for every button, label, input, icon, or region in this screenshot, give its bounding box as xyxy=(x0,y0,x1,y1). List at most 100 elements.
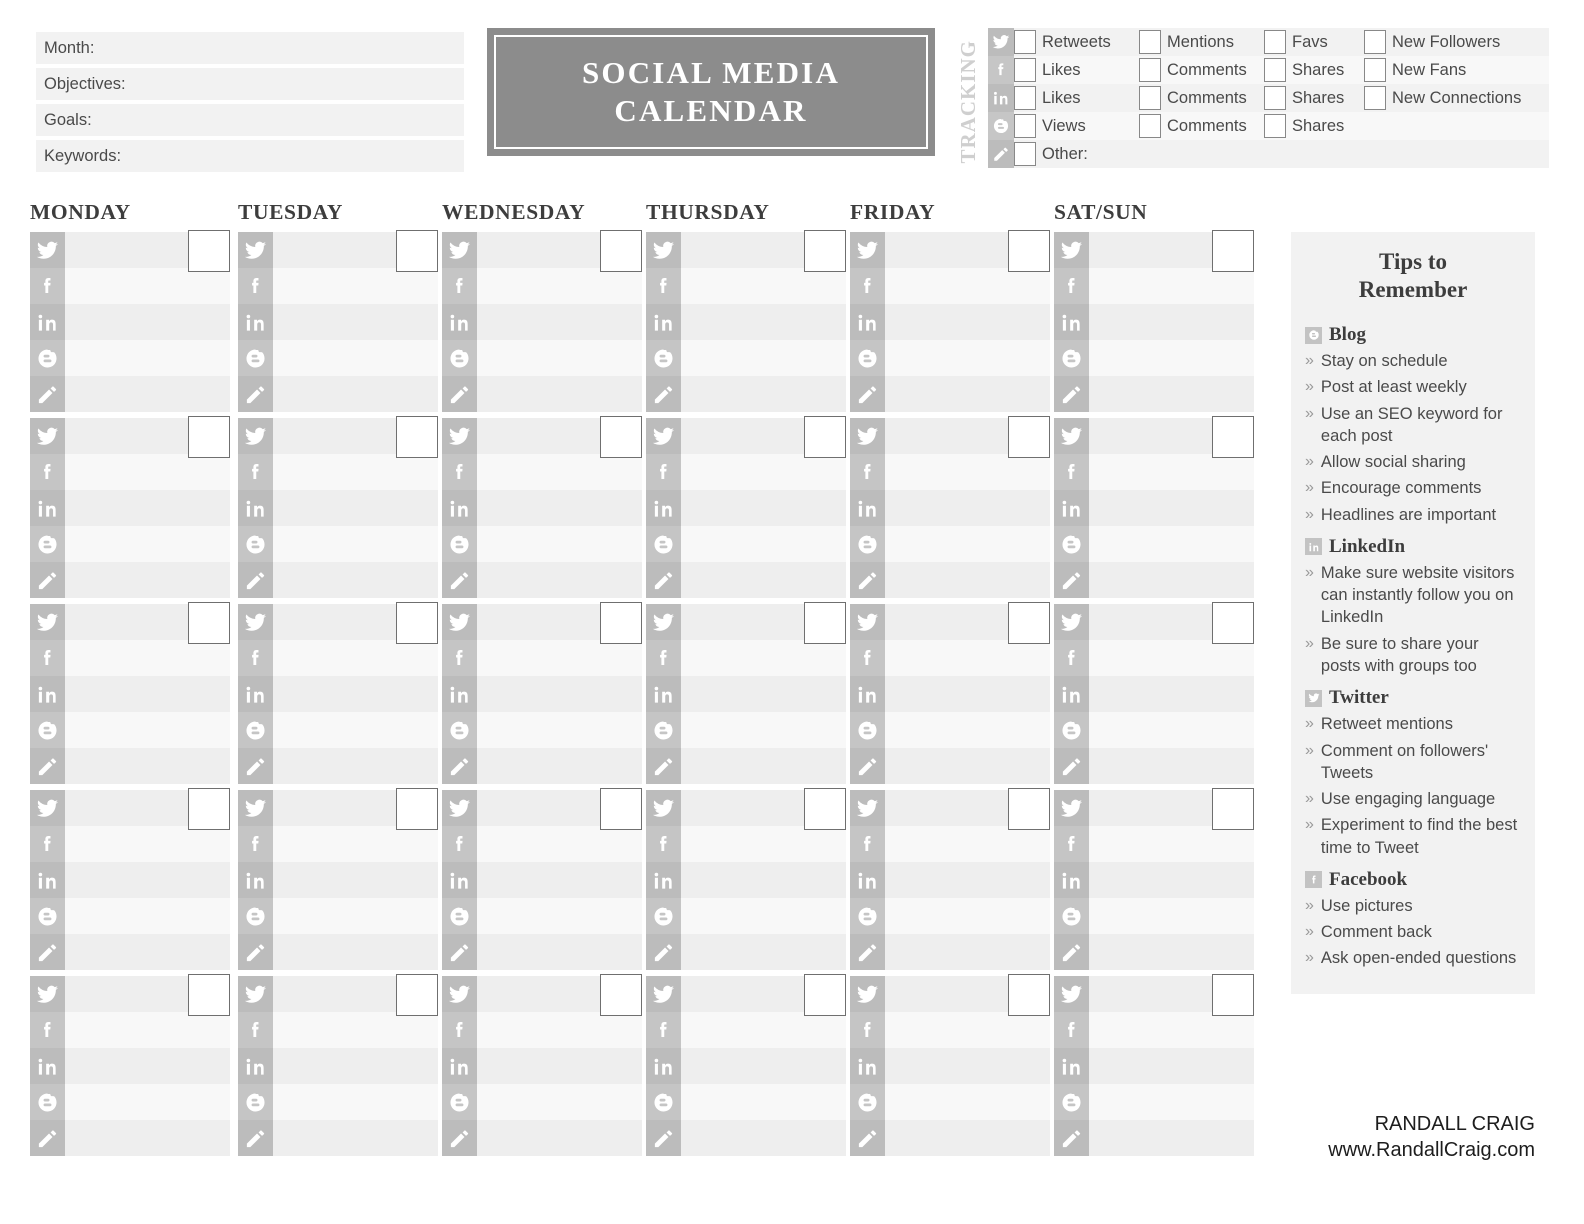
entry-line-pencil[interactable] xyxy=(885,1120,1050,1156)
date-box[interactable] xyxy=(188,788,230,830)
date-box[interactable] xyxy=(396,230,438,272)
tracking-option[interactable]: New Fans xyxy=(1364,56,1466,84)
entry-line-linkedin[interactable] xyxy=(1089,676,1254,712)
entry-line-blogger[interactable] xyxy=(885,340,1050,376)
entry-line-linkedin[interactable] xyxy=(477,862,642,898)
checkbox[interactable] xyxy=(1364,58,1386,82)
date-box[interactable] xyxy=(804,974,846,1016)
checkbox[interactable] xyxy=(1139,30,1161,54)
entry-line-facebook[interactable] xyxy=(885,1012,1050,1048)
checkbox[interactable] xyxy=(1264,86,1286,110)
date-box[interactable] xyxy=(804,602,846,644)
entry-line-facebook[interactable] xyxy=(65,268,230,304)
date-box[interactable] xyxy=(1008,602,1050,644)
checkbox[interactable] xyxy=(1264,114,1286,138)
entry-line-blogger[interactable] xyxy=(1089,340,1254,376)
tracking-option[interactable]: Views xyxy=(1014,112,1086,140)
entry-line-facebook[interactable] xyxy=(885,268,1050,304)
date-box[interactable] xyxy=(396,602,438,644)
date-box[interactable] xyxy=(188,230,230,272)
entry-line-facebook[interactable] xyxy=(65,826,230,862)
entry-line-facebook[interactable] xyxy=(65,1012,230,1048)
checkbox[interactable] xyxy=(1139,86,1161,110)
entry-line-facebook[interactable] xyxy=(885,454,1050,490)
entry-line-facebook[interactable] xyxy=(1089,454,1254,490)
entry-line-pencil[interactable] xyxy=(273,1120,438,1156)
entry-line-facebook[interactable] xyxy=(477,454,642,490)
date-box[interactable] xyxy=(1212,974,1254,1016)
entry-line-linkedin[interactable] xyxy=(65,490,230,526)
entry-line-pencil[interactable] xyxy=(885,934,1050,970)
checkbox[interactable] xyxy=(1139,58,1161,82)
entry-line-linkedin[interactable] xyxy=(1089,490,1254,526)
entry-line-linkedin[interactable] xyxy=(885,862,1050,898)
entry-line-blogger[interactable] xyxy=(65,340,230,376)
date-box[interactable] xyxy=(1008,416,1050,458)
entry-line-blogger[interactable] xyxy=(65,712,230,748)
tracking-option[interactable]: Likes xyxy=(1014,84,1081,112)
entry-line-pencil[interactable] xyxy=(65,562,230,598)
plan-field-goals[interactable]: Goals: xyxy=(36,104,464,136)
date-box[interactable] xyxy=(1212,416,1254,458)
entry-line-linkedin[interactable] xyxy=(273,1048,438,1084)
entry-line-blogger[interactable] xyxy=(681,526,846,562)
entry-line-pencil[interactable] xyxy=(1089,376,1254,412)
tracking-option[interactable]: Comments xyxy=(1139,84,1247,112)
entry-line-blogger[interactable] xyxy=(1089,526,1254,562)
entry-line-pencil[interactable] xyxy=(681,562,846,598)
entry-line-blogger[interactable] xyxy=(885,526,1050,562)
date-box[interactable] xyxy=(600,788,642,830)
entry-line-blogger[interactable] xyxy=(1089,712,1254,748)
entry-line-blogger[interactable] xyxy=(681,712,846,748)
date-box[interactable] xyxy=(1212,230,1254,272)
entry-line-facebook[interactable] xyxy=(477,826,642,862)
date-box[interactable] xyxy=(1212,602,1254,644)
entry-line-facebook[interactable] xyxy=(681,640,846,676)
date-box[interactable] xyxy=(600,602,642,644)
checkbox[interactable] xyxy=(1014,114,1036,138)
entry-line-pencil[interactable] xyxy=(65,1120,230,1156)
entry-line-linkedin[interactable] xyxy=(885,304,1050,340)
checkbox[interactable] xyxy=(1014,142,1036,166)
entry-line-facebook[interactable] xyxy=(65,640,230,676)
entry-line-pencil[interactable] xyxy=(477,934,642,970)
entry-line-blogger[interactable] xyxy=(273,1084,438,1120)
entry-line-blogger[interactable] xyxy=(885,1084,1050,1120)
entry-line-pencil[interactable] xyxy=(65,748,230,784)
entry-line-pencil[interactable] xyxy=(1089,748,1254,784)
entry-line-linkedin[interactable] xyxy=(885,490,1050,526)
date-box[interactable] xyxy=(188,602,230,644)
date-box[interactable] xyxy=(396,974,438,1016)
entry-line-pencil[interactable] xyxy=(885,748,1050,784)
entry-line-pencil[interactable] xyxy=(273,376,438,412)
entry-line-pencil[interactable] xyxy=(477,1120,642,1156)
entry-line-pencil[interactable] xyxy=(65,376,230,412)
entry-line-facebook[interactable] xyxy=(885,826,1050,862)
entry-line-linkedin[interactable] xyxy=(681,1048,846,1084)
entry-line-facebook[interactable] xyxy=(1089,268,1254,304)
entry-line-facebook[interactable] xyxy=(273,1012,438,1048)
entry-line-facebook[interactable] xyxy=(681,826,846,862)
entry-line-blogger[interactable] xyxy=(65,1084,230,1120)
entry-line-facebook[interactable] xyxy=(1089,826,1254,862)
checkbox[interactable] xyxy=(1139,114,1161,138)
date-box[interactable] xyxy=(600,230,642,272)
date-box[interactable] xyxy=(396,788,438,830)
entry-line-linkedin[interactable] xyxy=(1089,1048,1254,1084)
entry-line-linkedin[interactable] xyxy=(273,304,438,340)
entry-line-blogger[interactable] xyxy=(273,526,438,562)
entry-line-facebook[interactable] xyxy=(273,640,438,676)
entry-line-blogger[interactable] xyxy=(65,898,230,934)
date-box[interactable] xyxy=(1008,230,1050,272)
entry-line-blogger[interactable] xyxy=(65,526,230,562)
entry-line-linkedin[interactable] xyxy=(273,676,438,712)
tracking-option[interactable]: Shares xyxy=(1264,112,1344,140)
entry-line-blogger[interactable] xyxy=(477,1084,642,1120)
checkbox[interactable] xyxy=(1264,58,1286,82)
entry-line-pencil[interactable] xyxy=(1089,562,1254,598)
entry-line-pencil[interactable] xyxy=(273,562,438,598)
tracking-option[interactable]: New Connections xyxy=(1364,84,1521,112)
date-box[interactable] xyxy=(1008,974,1050,1016)
entry-line-linkedin[interactable] xyxy=(681,676,846,712)
entry-line-blogger[interactable] xyxy=(681,340,846,376)
